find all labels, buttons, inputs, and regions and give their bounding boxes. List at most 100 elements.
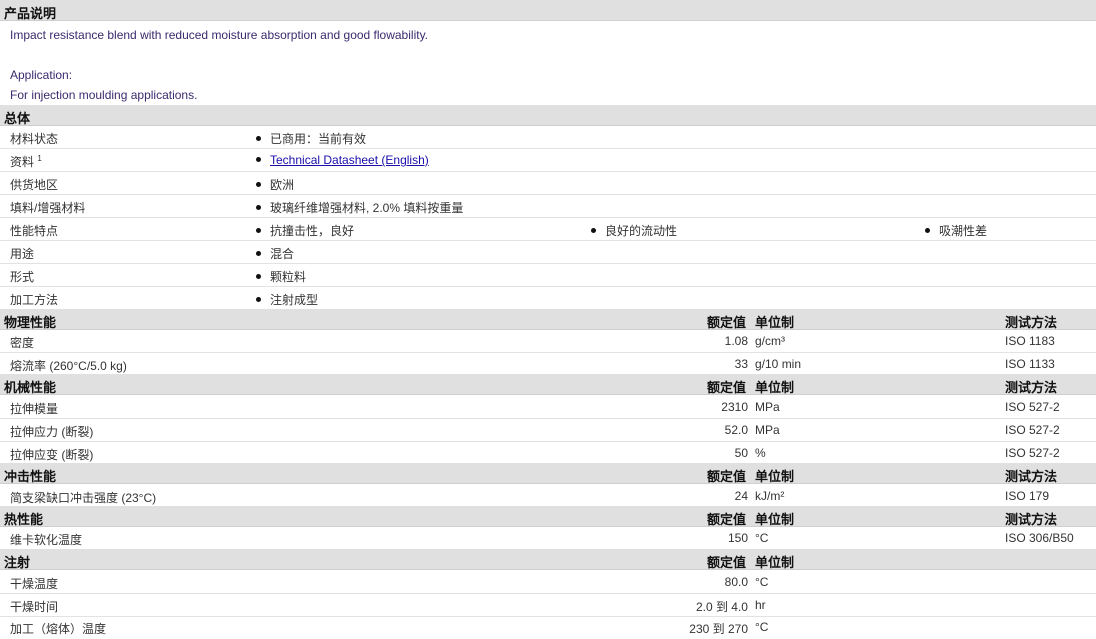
section-title: 物理性能 xyxy=(4,315,57,330)
property-row: 加工（熔体）温度 230 到 270 °C xyxy=(0,616,1096,638)
row-label: 拉伸模量 xyxy=(10,402,59,416)
section-mechanical: 机械性能 额定值 单位制 测试方法 xyxy=(0,374,1096,395)
row-label: 简支梁缺口冲击强度 (23°C) xyxy=(10,491,157,505)
row-unit: g/10 min xyxy=(755,357,802,371)
general-row-filler: 填料/增强材料 玻璃纤维增强材料, 2.0% 填料按重量 xyxy=(0,195,1096,218)
row-value: 抗撞击性，良好 xyxy=(256,222,354,239)
bullet-icon xyxy=(256,157,261,163)
row-value: 80.0 xyxy=(724,575,748,589)
general-row-features: 性能特点 抗撞击性，良好 良好的流动性 吸潮性差 xyxy=(0,218,1096,241)
bullet-icon xyxy=(256,228,261,234)
property-row: 密度 1.08 g/cm³ ISO 1183 xyxy=(0,330,1096,353)
application-label: Application: xyxy=(10,68,73,82)
row-label: 形式 xyxy=(10,270,35,284)
row-value: 吸潮性差 xyxy=(925,222,987,239)
row-test-method: ISO 527-2 xyxy=(1005,400,1060,414)
section-title: 总体 xyxy=(4,111,31,126)
row-unit: °C xyxy=(755,531,769,545)
row-value: 注射成型 xyxy=(256,291,318,308)
row-label: 熔流率 (260°C/5.0 kg) xyxy=(10,359,127,373)
bullet-icon xyxy=(925,228,930,234)
row-test-method: ISO 179 xyxy=(1005,489,1050,503)
row-value: Technical Datasheet (English) xyxy=(256,153,429,167)
row-value: 1.08 xyxy=(724,334,748,348)
row-label: 干燥时间 xyxy=(10,600,59,614)
row-unit: hr xyxy=(755,598,766,612)
row-test-method: ISO 306/B50 xyxy=(1005,531,1074,545)
row-value: 玻璃纤维增强材料, 2.0% 填料按重量 xyxy=(256,199,463,216)
general-row-status: 材料状态 已商用：当前有效 xyxy=(0,126,1096,149)
col-header-unit: 单位制 xyxy=(755,469,795,484)
col-header-value: 额定值 xyxy=(707,380,747,395)
property-row: 干燥温度 80.0 °C xyxy=(0,571,1096,594)
general-row-form: 形式 颗粒料 xyxy=(0,264,1096,287)
col-header-value: 额定值 xyxy=(707,512,747,527)
row-label: 性能特点 xyxy=(10,224,59,238)
product-description-text: Impact resistance blend with reduced moi… xyxy=(10,28,429,42)
bullet-icon xyxy=(591,228,596,234)
section-product-description: 产品说明 xyxy=(0,0,1096,21)
row-unit: °C xyxy=(755,575,769,589)
section-title: 冲击性能 xyxy=(4,469,57,484)
col-header-unit: 单位制 xyxy=(755,555,795,570)
col-header-test: 测试方法 xyxy=(1005,380,1058,395)
section-impact: 冲击性能 额定值 单位制 测试方法 xyxy=(0,463,1096,484)
row-value: 50 xyxy=(734,446,748,460)
section-title: 注射 xyxy=(4,555,31,570)
bullet-icon xyxy=(256,205,261,211)
section-physical: 物理性能 额定值 单位制 测试方法 xyxy=(0,309,1096,330)
col-header-unit: 单位制 xyxy=(755,512,795,527)
row-label: 密度 xyxy=(10,336,35,350)
section-general: 总体 xyxy=(0,105,1096,126)
row-value: 2.0 到 4.0 xyxy=(695,600,748,614)
bullet-icon xyxy=(256,182,261,188)
bullet-icon xyxy=(256,136,261,142)
row-unit: g/cm³ xyxy=(755,334,785,348)
row-label: 填料/增强材料 xyxy=(10,201,86,215)
row-value: 52.0 xyxy=(724,423,748,437)
bullet-icon xyxy=(256,297,261,303)
col-header-value: 额定值 xyxy=(707,315,747,330)
col-header-unit: 单位制 xyxy=(755,380,795,395)
property-row: 干燥时间 2.0 到 4.0 hr xyxy=(0,594,1096,617)
row-value: 230 到 270 xyxy=(689,622,748,636)
col-header-test: 测试方法 xyxy=(1005,469,1058,484)
row-unit: kJ/m² xyxy=(755,489,785,503)
row-label: 加工（熔体）温度 xyxy=(10,622,107,636)
col-header-test: 测试方法 xyxy=(1005,315,1058,330)
property-row: 简支梁缺口冲击强度 (23°C) 24 kJ/m² ISO 179 xyxy=(0,485,1096,508)
row-value: 33 xyxy=(734,357,748,371)
bullet-icon xyxy=(256,251,261,257)
col-header-test: 测试方法 xyxy=(1005,512,1058,527)
property-row: 拉伸应力 (断裂) 52.0 MPa ISO 527-2 xyxy=(0,419,1096,442)
property-row: 拉伸模量 2310 MPa ISO 527-2 xyxy=(0,396,1096,419)
col-header-unit: 单位制 xyxy=(755,315,795,330)
section-thermal: 热性能 额定值 单位制 测试方法 xyxy=(0,506,1096,527)
row-unit: MPa xyxy=(755,423,780,437)
row-test-method: ISO 1183 xyxy=(1005,334,1055,348)
application-text: For injection moulding applications. xyxy=(10,88,198,102)
row-value: 2310 xyxy=(721,400,748,414)
row-test-method: ISO 1133 xyxy=(1005,357,1055,371)
row-unit: MPa xyxy=(755,400,780,414)
row-label: 干燥温度 xyxy=(10,577,59,591)
section-title: 机械性能 xyxy=(4,380,57,395)
col-header-value: 额定值 xyxy=(707,555,747,570)
row-unit: % xyxy=(755,446,766,460)
row-value: 24 xyxy=(734,489,748,503)
row-test-method: ISO 527-2 xyxy=(1005,423,1060,437)
row-value: 欧洲 xyxy=(256,176,294,193)
row-label: 用途 xyxy=(10,247,35,261)
property-row: 拉伸应变 (断裂) 50 % ISO 527-2 xyxy=(0,442,1096,465)
general-row-processing: 加工方法 注射成型 xyxy=(0,287,1096,310)
col-header-value: 额定值 xyxy=(707,469,747,484)
row-unit: °C xyxy=(755,620,769,634)
property-row: 熔流率 (260°C/5.0 kg) 33 g/10 min ISO 1133 xyxy=(0,353,1096,376)
section-injection: 注射 额定值 单位制 xyxy=(0,549,1096,570)
row-label: 资料 1 xyxy=(10,154,42,169)
general-row-uses: 用途 混合 xyxy=(0,241,1096,264)
general-row-datasheet: 资料 1 Technical Datasheet (English) xyxy=(0,149,1096,172)
row-value: 混合 xyxy=(256,245,294,262)
section-title: 热性能 xyxy=(4,512,44,527)
datasheet-link[interactable]: Technical Datasheet (English) xyxy=(270,153,429,167)
